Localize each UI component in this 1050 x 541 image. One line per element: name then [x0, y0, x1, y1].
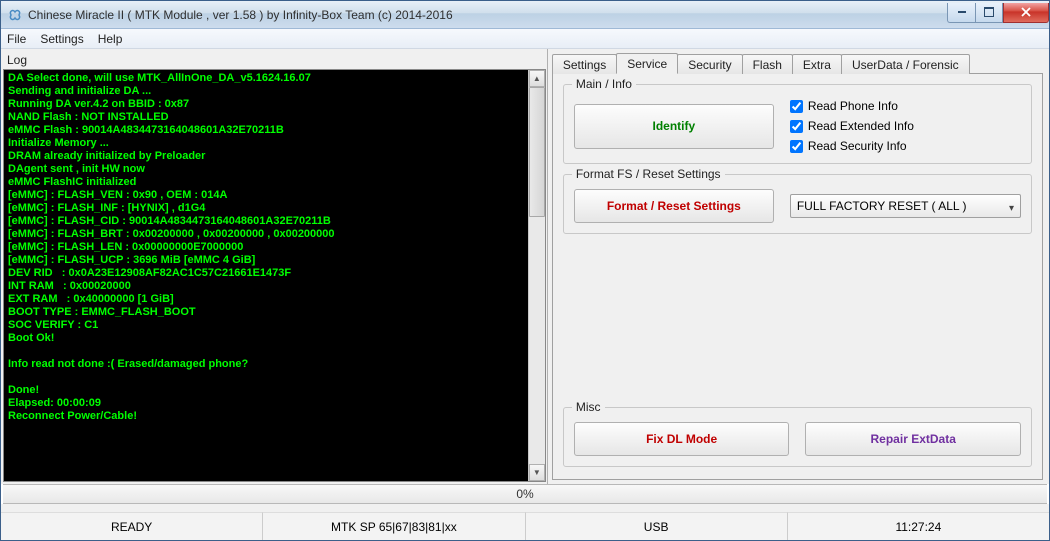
window-title: Chinese Miracle II ( MTK Module , ver 1.…: [28, 8, 947, 22]
tabs: Settings Service Security Flash Extra Us…: [552, 53, 1043, 74]
group-format: Format FS / Reset Settings Format / Rese…: [563, 174, 1032, 234]
tab-userdata[interactable]: UserData / Forensic: [841, 54, 970, 74]
status-bar: READY MTK SP 65|67|83|81|xx USB 11:27:24: [1, 512, 1049, 540]
check-read-phone-box[interactable]: [790, 100, 803, 113]
app-icon: [7, 7, 23, 23]
close-button[interactable]: [1003, 3, 1049, 23]
status-connection: USB: [526, 512, 788, 540]
group-main-info: Main / Info Identify Read Phone Info Rea…: [563, 84, 1032, 164]
tab-settings[interactable]: Settings: [552, 54, 617, 74]
group-format-title: Format FS / Reset Settings: [572, 167, 725, 181]
tab-panel-service: Main / Info Identify Read Phone Info Rea…: [552, 74, 1043, 480]
menu-help[interactable]: Help: [98, 32, 123, 46]
scroll-down-icon[interactable]: ▼: [529, 464, 545, 481]
check-read-extended-box[interactable]: [790, 120, 803, 133]
fix-dl-mode-button[interactable]: Fix DL Mode: [574, 422, 790, 456]
log-output[interactable]: DA Select done, will use MTK_AllInOne_DA…: [4, 70, 528, 481]
identify-button[interactable]: Identify: [574, 104, 774, 149]
status-ready: READY: [1, 512, 263, 540]
tab-flash[interactable]: Flash: [742, 54, 793, 74]
tab-service[interactable]: Service: [616, 53, 678, 74]
menubar: File Settings Help: [1, 29, 1049, 49]
menu-file[interactable]: File: [7, 32, 26, 46]
maximize-button[interactable]: [975, 3, 1003, 23]
check-read-security-box[interactable]: [790, 140, 803, 153]
group-misc-title: Misc: [572, 400, 605, 414]
log-scrollbar[interactable]: ▲ ▼: [528, 70, 545, 481]
menu-settings[interactable]: Settings: [40, 32, 83, 46]
log-label: Log: [7, 53, 546, 67]
format-mode-select[interactable]: FULL FACTORY RESET ( ALL ): [790, 194, 1021, 218]
status-device: MTK SP 65|67|83|81|xx: [263, 512, 525, 540]
scroll-thumb[interactable]: [529, 87, 545, 217]
group-main-info-title: Main / Info: [572, 77, 636, 91]
main-window: Chinese Miracle II ( MTK Module , ver 1.…: [0, 0, 1050, 541]
format-reset-button[interactable]: Format / Reset Settings: [574, 189, 774, 223]
tab-security[interactable]: Security: [677, 54, 742, 74]
check-read-security[interactable]: Read Security Info: [790, 139, 1021, 153]
repair-extdata-button[interactable]: Repair ExtData: [805, 422, 1021, 456]
minimize-button[interactable]: [947, 3, 975, 23]
status-time: 11:27:24: [788, 512, 1049, 540]
tab-extra[interactable]: Extra: [792, 54, 842, 74]
check-read-extended[interactable]: Read Extended Info: [790, 119, 1021, 133]
log-panel: Log DA Select done, will use MTK_AllInOn…: [1, 49, 548, 484]
scroll-up-icon[interactable]: ▲: [529, 70, 545, 87]
progress-text: 0%: [516, 487, 533, 501]
progress-bar: 0%: [3, 484, 1047, 504]
right-panel: Settings Service Security Flash Extra Us…: [548, 49, 1049, 484]
titlebar[interactable]: Chinese Miracle II ( MTK Module , ver 1.…: [1, 1, 1049, 29]
group-misc: Misc Fix DL Mode Repair ExtData: [563, 407, 1032, 467]
check-read-phone[interactable]: Read Phone Info: [790, 99, 1021, 113]
